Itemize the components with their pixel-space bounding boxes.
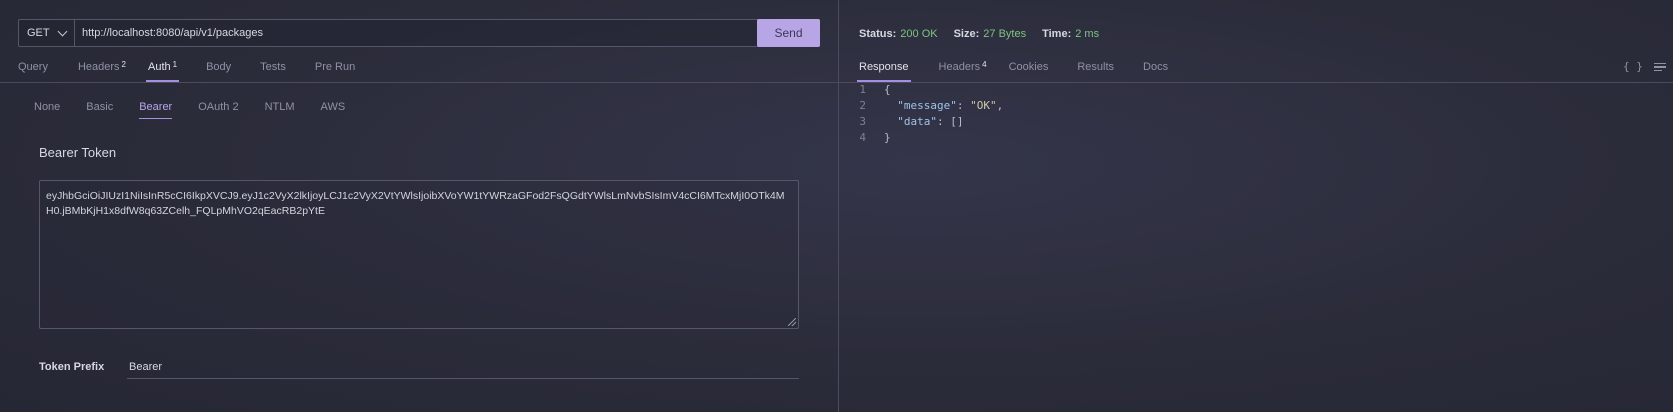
wrap-lines-icon[interactable] xyxy=(1654,63,1666,72)
tab-results[interactable]: Results xyxy=(1077,52,1114,82)
method-select[interactable]: GET xyxy=(19,20,75,46)
app-window: GET http://localhost:8080/api/v1/package… xyxy=(0,0,1673,412)
tab-badge: 2 xyxy=(121,59,126,69)
format-json-icon[interactable]: { } xyxy=(1623,60,1643,73)
tab-badge: 1 xyxy=(172,59,178,69)
response-tabs: Response Headers 4 Cookies Results Docs xyxy=(857,52,1168,82)
tab-response-headers[interactable]: Headers 4 xyxy=(939,52,987,82)
tab-query[interactable]: Query xyxy=(18,52,48,82)
response-body: 1 { 2 "message": "OK", 3 "data": [] 4 } xyxy=(839,82,1003,146)
code-line: 2 "message": "OK", xyxy=(839,98,1003,114)
url-input[interactable]: http://localhost:8080/api/v1/packages xyxy=(75,20,757,46)
auth-tab-none[interactable]: None xyxy=(34,95,60,119)
bearer-token-value: eyJhbGciOiJIUzI1NiIsInR5cCI6IkpXVCJ9.eyJ… xyxy=(46,190,785,217)
auth-type-tabs: None Basic Bearer OAuth 2 NTLM AWS xyxy=(34,95,345,119)
tab-docs[interactable]: Docs xyxy=(1143,52,1168,82)
time-value: 2 ms xyxy=(1075,28,1100,40)
json-key-message: "message" xyxy=(897,99,957,112)
response-status-bar: Status: 200 OK Size: 27 Bytes Time: 2 ms xyxy=(859,28,1115,40)
tab-pre-run[interactable]: Pre Run xyxy=(315,52,355,82)
line-number: 2 xyxy=(859,99,866,112)
tab-response[interactable]: Response xyxy=(857,52,911,82)
tab-label: Cookies xyxy=(1008,61,1049,73)
auth-tab-bearer[interactable]: Bearer xyxy=(139,95,173,119)
send-button[interactable]: Send xyxy=(757,19,820,47)
json-value-data: [] xyxy=(950,115,964,128)
code-line: 3 "data": [] xyxy=(839,114,1003,130)
bearer-token-title: Bearer Token xyxy=(39,145,117,160)
request-panel: GET http://localhost:8080/api/v1/package… xyxy=(0,0,838,412)
tab-label: Results xyxy=(1077,61,1115,73)
tab-auth[interactable]: Auth 1 xyxy=(145,52,180,82)
close-brace: } xyxy=(884,131,891,144)
token-prefix-input[interactable]: Bearer xyxy=(127,356,799,379)
open-brace: { xyxy=(884,83,891,96)
size-label: Size: xyxy=(953,28,980,40)
json-value-message: "OK" xyxy=(970,99,997,112)
resize-handle-icon[interactable] xyxy=(788,318,796,326)
request-tabs: Query Headers 2 Auth 1 Body Tests Pre Run xyxy=(18,52,355,82)
status-value: 200 OK xyxy=(900,28,938,40)
line-number: 1 xyxy=(859,83,866,96)
tab-label: Tests xyxy=(260,61,286,73)
tab-tests[interactable]: Tests xyxy=(260,52,286,82)
auth-tab-basic[interactable]: Basic xyxy=(86,95,113,119)
size-value: 27 Bytes xyxy=(983,28,1027,40)
tab-divider xyxy=(0,82,838,83)
code-content: "data": [] xyxy=(897,115,964,128)
time-label: Time: xyxy=(1042,28,1072,40)
bearer-token-textarea[interactable]: eyJhbGciOiJIUzI1NiIsInR5cCI6IkpXVCJ9.eyJ… xyxy=(39,180,799,329)
line-number: 4 xyxy=(859,131,866,144)
tab-label: Docs xyxy=(1143,61,1169,73)
url-bar: GET http://localhost:8080/api/v1/package… xyxy=(18,19,820,47)
tab-body[interactable]: Body xyxy=(206,52,231,82)
tab-label: Pre Run xyxy=(314,61,356,73)
auth-tab-oauth2[interactable]: OAuth 2 xyxy=(198,95,238,119)
tab-label: Body xyxy=(206,61,232,73)
tab-badge: 4 xyxy=(982,59,987,69)
token-prefix-label: Token Prefix xyxy=(39,361,105,373)
auth-tab-ntlm[interactable]: NTLM xyxy=(265,95,295,119)
tab-headers[interactable]: Headers 2 xyxy=(78,52,126,82)
tab-label: Headers xyxy=(77,61,120,73)
tab-label: Headers xyxy=(938,61,981,73)
status-label: Status: xyxy=(859,28,897,40)
method-value: GET xyxy=(27,27,50,39)
tab-label: Auth xyxy=(148,61,171,73)
response-panel: Status: 200 OK Size: 27 Bytes Time: 2 ms… xyxy=(839,0,1673,412)
auth-tab-aws[interactable]: AWS xyxy=(321,95,346,119)
code-line: 4 } xyxy=(839,130,1003,146)
chevron-down-icon xyxy=(57,26,68,36)
code-content: "message": "OK", xyxy=(897,99,1004,112)
tab-label: Response xyxy=(859,61,909,73)
code-line: 1 { xyxy=(839,82,1003,98)
tab-label: Query xyxy=(18,61,48,73)
tab-cookies[interactable]: Cookies xyxy=(1009,52,1049,82)
json-key-data: "data" xyxy=(897,115,937,128)
line-number: 3 xyxy=(859,115,866,128)
